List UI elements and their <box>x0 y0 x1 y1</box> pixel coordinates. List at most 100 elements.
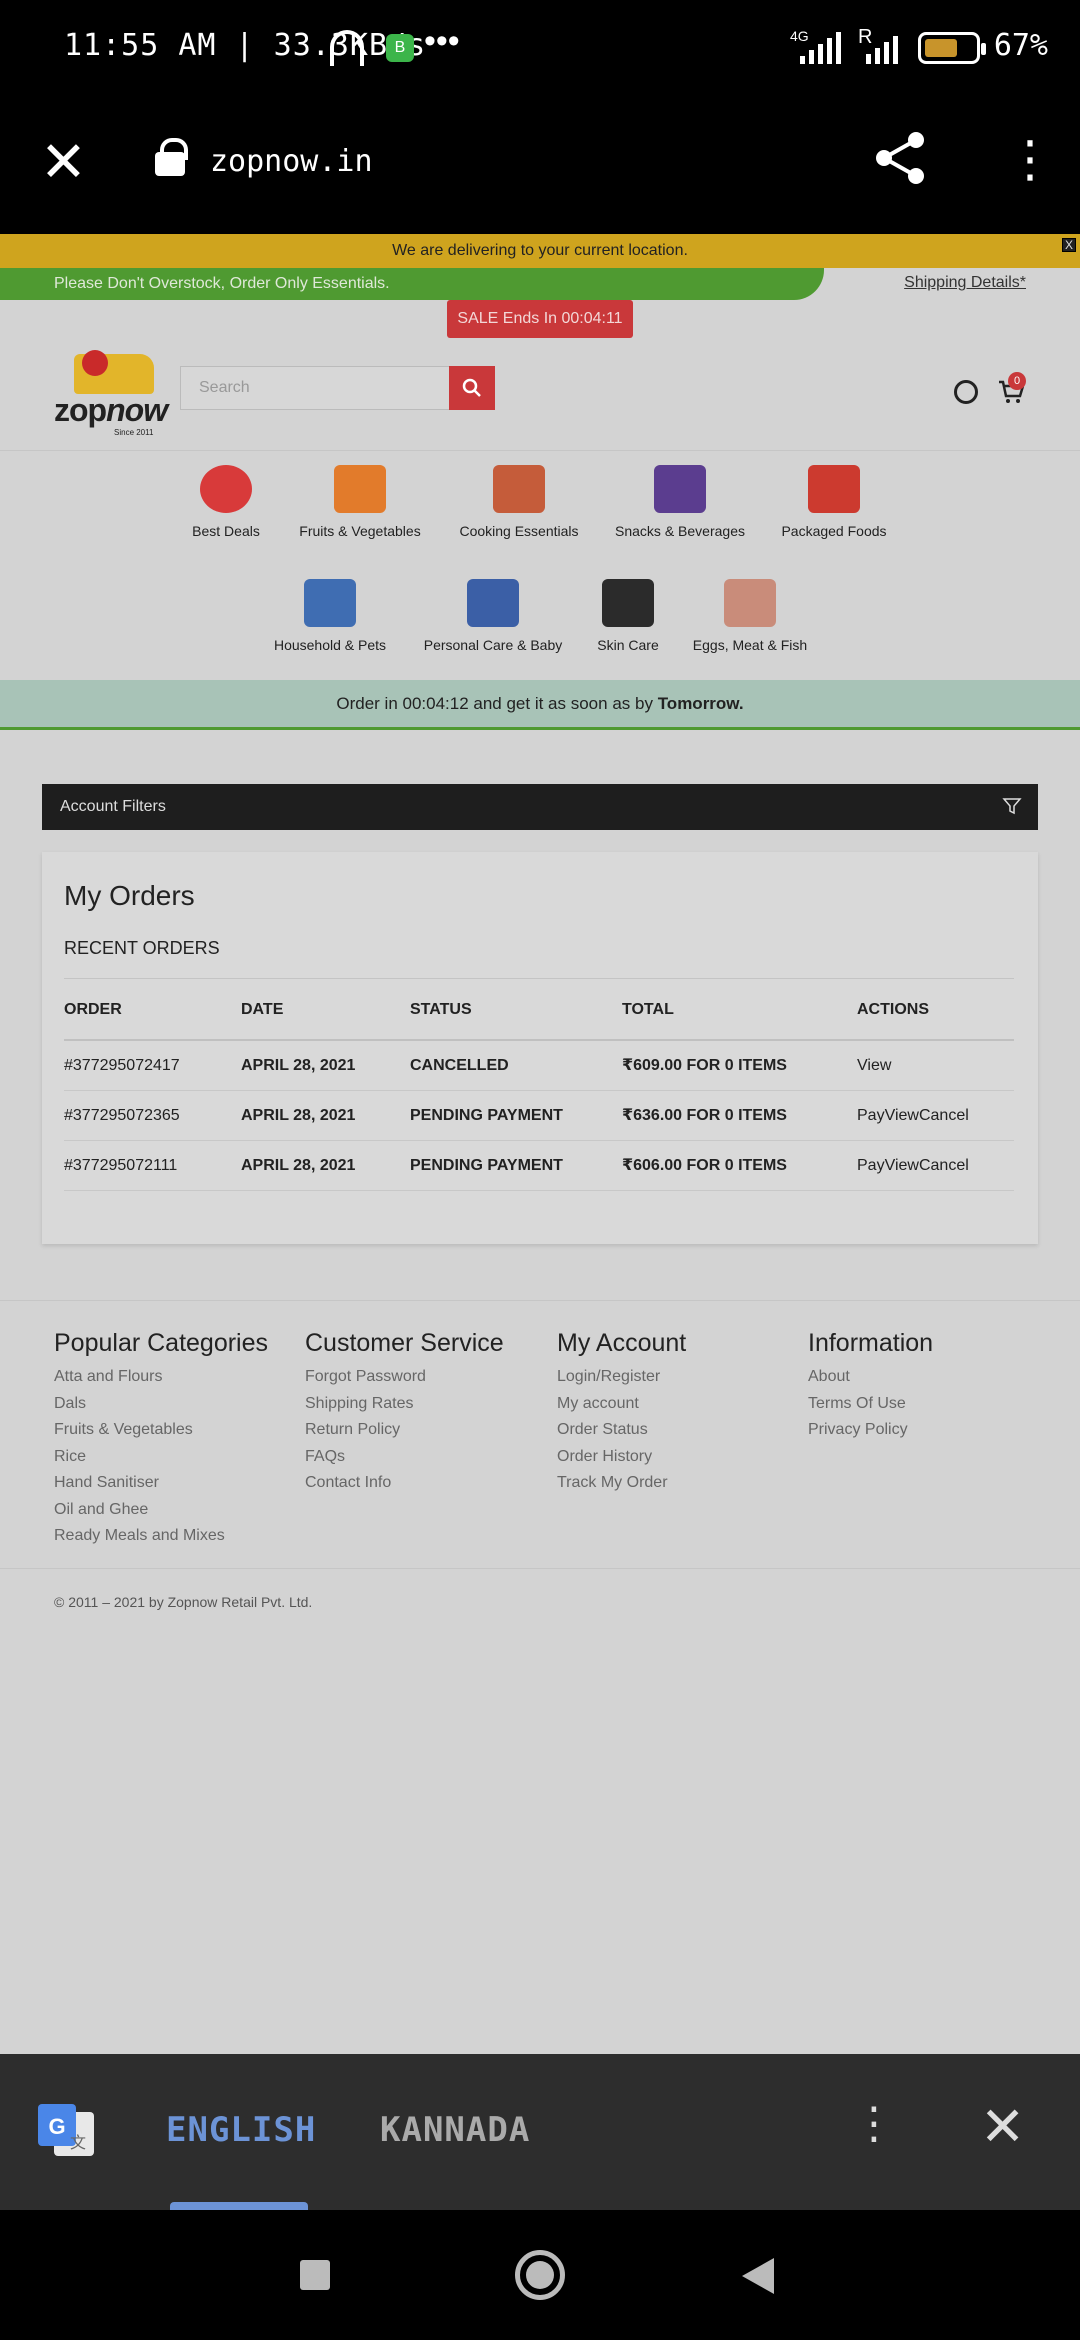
copyright-text: © 2011 – 2021 by Zopnow Retail Pvt. Ltd. <box>54 1594 313 1610</box>
share-icon[interactable] <box>870 128 930 188</box>
footer-link[interactable]: Track My Order <box>557 1470 686 1497</box>
site-footer: Popular Categories Atta and Flours Dals … <box>0 1300 1080 1580</box>
account-icon[interactable] <box>954 380 978 404</box>
footer-link[interactable]: Oil and Ghee <box>54 1497 268 1524</box>
url-text[interactable]: zopnow.in <box>210 144 373 179</box>
footer-link[interactable]: Contact Info <box>305 1470 504 1497</box>
packaged-foods-icon <box>808 465 860 513</box>
footer-link[interactable]: Atta and Flours <box>54 1364 268 1391</box>
footer-link[interactable]: Hand Sanitiser <box>54 1470 268 1497</box>
selected-language-indicator <box>170 2202 308 2210</box>
custom-tab-toolbar: ✕ zopnow.in ⋮ <box>0 100 1080 234</box>
delivery-day: Tomorrow. <box>657 694 744 713</box>
footer-link[interactable]: Fruits & Vegetables <box>54 1417 268 1444</box>
footer-link[interactable]: Return Policy <box>305 1417 504 1444</box>
search-input[interactable]: Search <box>180 366 450 410</box>
search-button[interactable] <box>449 366 495 410</box>
headphone-icon <box>330 30 364 66</box>
signal-icon <box>800 32 841 64</box>
status-time-speed: 11:55 AM | 33.3KB/s <box>64 28 427 63</box>
footer-information: Information About Terms Of Use Privacy P… <box>808 1329 933 1444</box>
category-snacks-beverages[interactable]: Snacks & Beverages <box>610 465 750 539</box>
footer-customer-service: Customer Service Forgot Password Shippin… <box>305 1329 504 1497</box>
footer-link[interactable]: Terms Of Use <box>808 1391 933 1418</box>
order-status: CANCELLED <box>410 1057 509 1074</box>
search-icon <box>462 378 481 397</box>
footer-link[interactable]: Shipping Rates <box>305 1391 504 1418</box>
column-header-date: DATE <box>241 1001 284 1018</box>
language-tab-kannada[interactable]: KANNADA <box>380 2110 530 2150</box>
footer-link[interactable]: My account <box>557 1391 686 1418</box>
google-translate-icon[interactable]: G 文 <box>36 2102 96 2162</box>
lock-icon[interactable] <box>155 138 188 176</box>
system-navigation-bar <box>0 2210 1080 2340</box>
order-status: PENDING PAYMENT <box>410 1107 563 1124</box>
order-id[interactable]: #377295072365 <box>64 1091 180 1141</box>
delivery-countdown-banner: Order in 00:04:12 and get it as soon as … <box>0 680 1080 730</box>
table-row: #377295072417 APRIL 28, 2021 CANCELLED ₹… <box>64 1041 1014 1091</box>
footer-link[interactable]: Dals <box>54 1391 268 1418</box>
battery-icon <box>918 32 986 64</box>
translate-menu-icon[interactable]: ⋮ <box>852 2102 896 2146</box>
cooking-essentials-icon <box>493 465 545 513</box>
footer-link[interactable]: Privacy Policy <box>808 1417 933 1444</box>
footer-heading: Customer Service <box>305 1329 504 1357</box>
footer-link[interactable]: Rice <box>54 1444 268 1471</box>
sale-countdown-button[interactable]: SALE Ends In 00:04:11 <box>447 300 633 338</box>
footer-heading: Information <box>808 1329 934 1357</box>
translate-bar: G 文 ENGLISH KANNADA ⋮ ✕ <box>0 2054 1080 2210</box>
footer-link[interactable]: About <box>808 1364 933 1391</box>
shipping-details-link[interactable]: Shipping Details* <box>904 274 1026 292</box>
translate-close-icon[interactable]: ✕ <box>980 2100 1025 2154</box>
order-actions[interactable]: View <box>857 1041 891 1091</box>
account-filters-label: Account Filters <box>60 798 166 815</box>
eggs-meat-fish-icon <box>724 579 776 627</box>
category-eggs-meat-fish[interactable]: Eggs, Meat & Fish <box>688 579 812 653</box>
category-grid: Best Deals Fruits & Vegetables Cooking E… <box>0 450 1080 680</box>
web-page: We are delivering to your current locati… <box>0 234 1080 2054</box>
overstock-notice: Please Don't Overstock, Order Only Essen… <box>0 268 824 300</box>
order-total: ₹609.00 FOR 0 ITEMS <box>622 1057 787 1074</box>
recents-button[interactable] <box>300 2260 330 2290</box>
language-tab-english[interactable]: ENGLISH <box>166 2110 316 2150</box>
footer-link[interactable]: Forgot Password <box>305 1364 504 1391</box>
table-row: #377295072111 APRIL 28, 2021 PENDING PAY… <box>64 1141 1014 1191</box>
personal-care-baby-icon <box>467 579 519 627</box>
footer-link[interactable]: Order Status <box>557 1417 686 1444</box>
category-cooking-essentials[interactable]: Cooking Essentials <box>452 465 586 539</box>
back-button[interactable] <box>742 2258 774 2294</box>
footer-link[interactable]: Login/Register <box>557 1364 686 1391</box>
category-fruits-vegetables[interactable]: Fruits & Vegetables <box>290 465 430 539</box>
order-actions[interactable]: PayViewCancel <box>857 1141 969 1191</box>
footer-link[interactable]: Ready Meals and Mixes <box>54 1523 268 1550</box>
category-best-deals[interactable]: Best Deals <box>186 465 266 539</box>
close-tab-icon[interactable]: ✕ <box>40 134 87 190</box>
category-skin-care[interactable]: Skin Care <box>592 579 664 653</box>
site-header: zopnow Since 2011 Search <box>0 350 1080 454</box>
column-header-status: STATUS <box>410 1001 472 1018</box>
whatsapp-business-icon: B <box>386 34 414 62</box>
status-bar: 11:55 AM | 33.3KB/s B ••• 4G R 67% <box>0 0 1080 100</box>
footer-popular-categories: Popular Categories Atta and Flours Dals … <box>54 1329 268 1550</box>
home-button[interactable] <box>515 2250 565 2300</box>
close-banner-button[interactable]: X <box>1062 238 1076 252</box>
account-filters-bar[interactable]: Account Filters <box>42 784 1038 830</box>
svg-text:文: 文 <box>70 2134 86 2152</box>
my-orders-card: My Orders RECENT ORDERS ORDER DATE STATU… <box>42 852 1038 1244</box>
table-header: ORDER DATE STATUS TOTAL ACTIONS <box>64 979 1014 1041</box>
category-packaged-foods[interactable]: Packaged Foods <box>776 465 892 539</box>
order-actions[interactable]: PayViewCancel <box>857 1091 969 1141</box>
orders-table: ORDER DATE STATUS TOTAL ACTIONS #3772950… <box>64 978 1014 1191</box>
footer-link[interactable]: Order History <box>557 1444 686 1471</box>
order-id[interactable]: #377295072111 <box>64 1141 177 1191</box>
order-id[interactable]: #377295072417 <box>64 1041 180 1091</box>
zopnow-logo[interactable]: zopnow Since 2011 <box>54 350 168 437</box>
category-personal-care-baby[interactable]: Personal Care & Baby <box>418 579 568 653</box>
footer-heading: My Account <box>557 1329 687 1357</box>
household-pets-icon <box>304 579 356 627</box>
category-household-pets[interactable]: Household & Pets <box>268 579 392 653</box>
footer-link[interactable]: FAQs <box>305 1444 504 1471</box>
overflow-menu-icon[interactable]: ⋮ <box>1005 134 1055 184</box>
more-notifications-icon: ••• <box>424 22 460 60</box>
filter-icon[interactable] <box>1002 796 1022 816</box>
